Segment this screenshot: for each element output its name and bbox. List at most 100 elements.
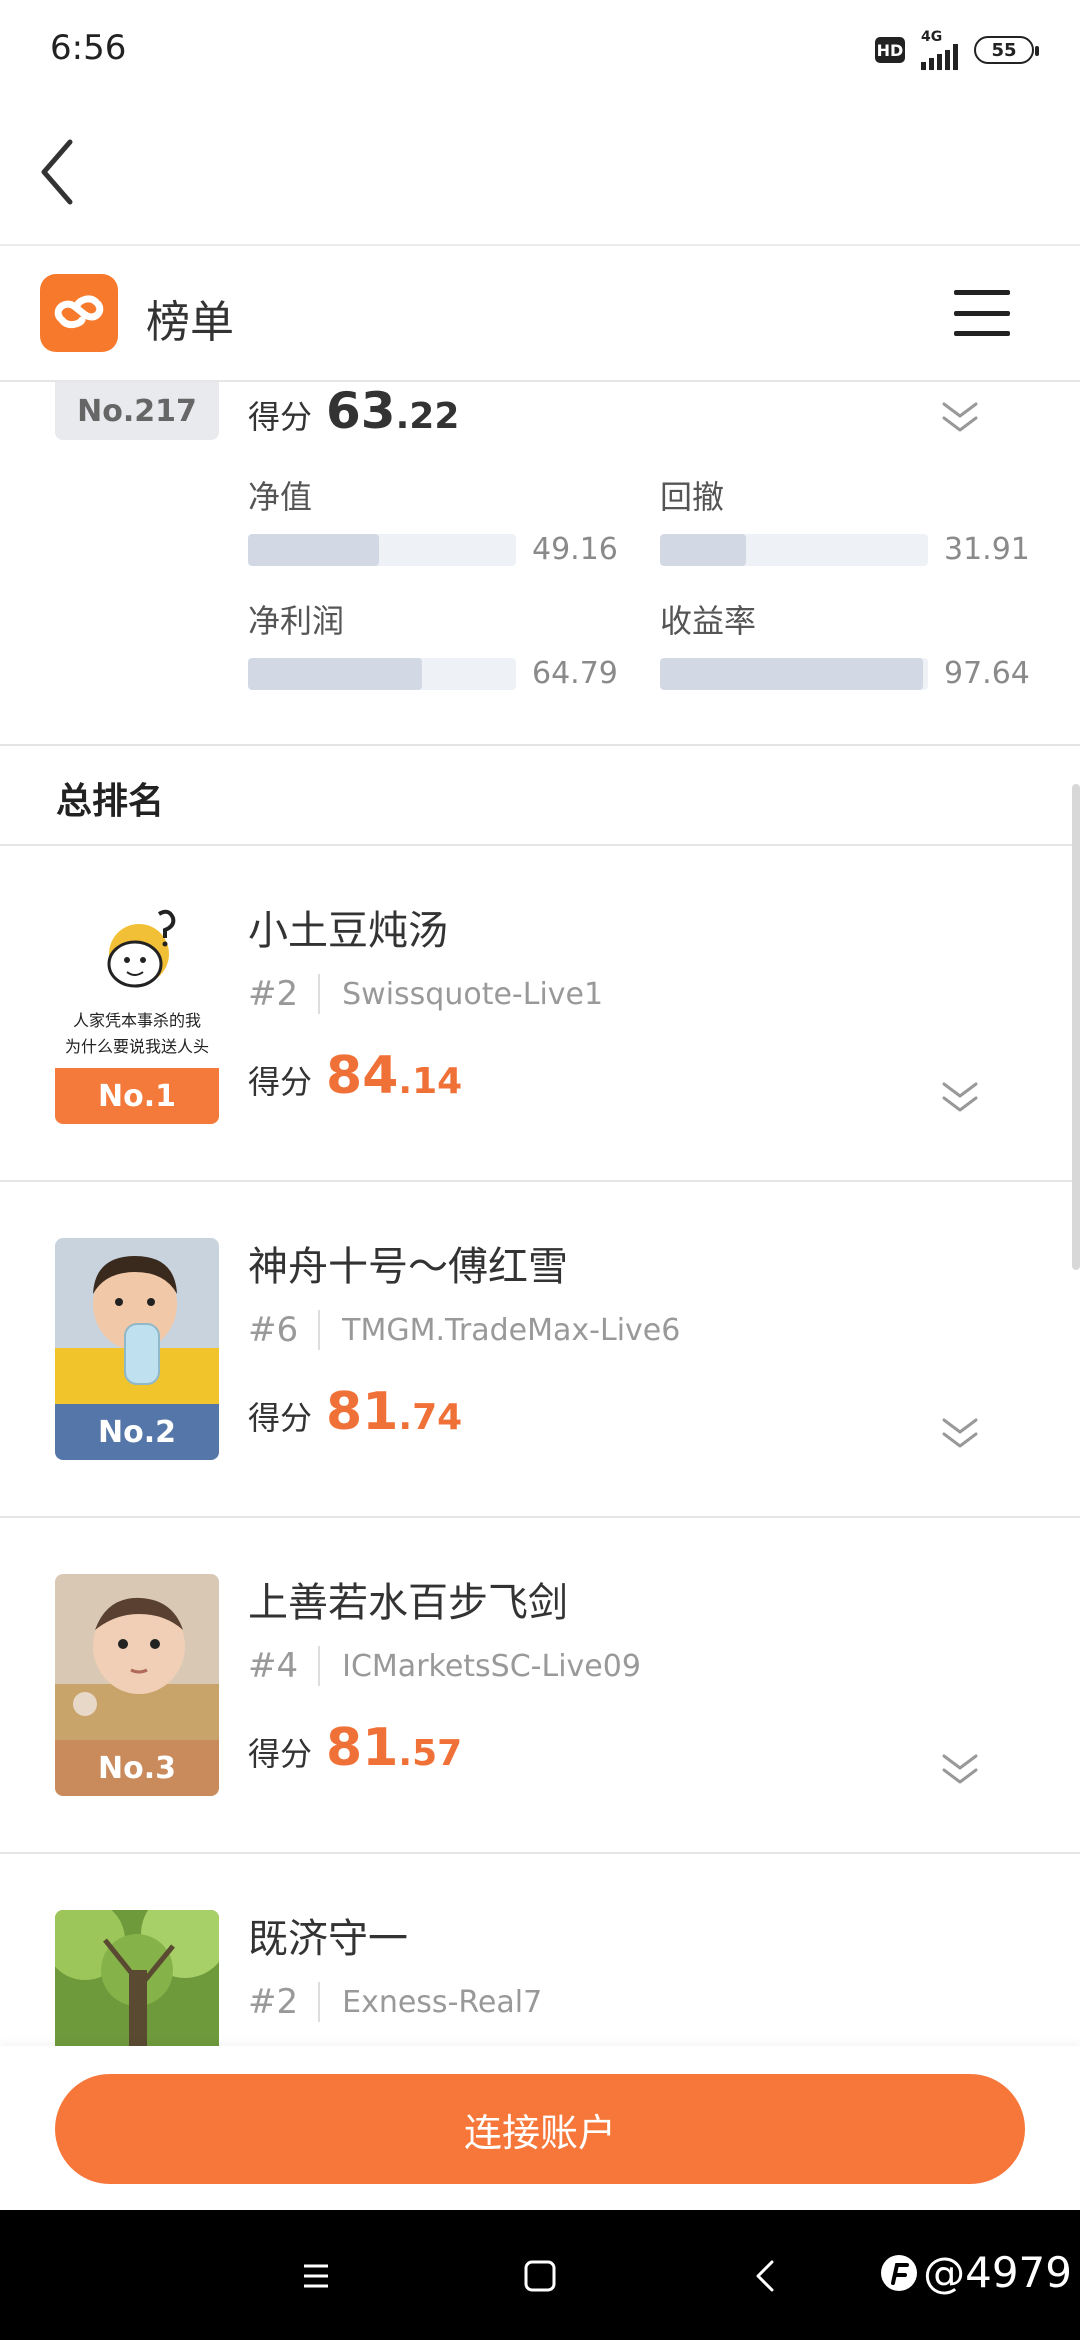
watermark-text: @4979 — [923, 2248, 1072, 2297]
metric-label: 净值 — [248, 478, 313, 516]
avatar-image — [55, 1238, 219, 1404]
avatar[interactable]: No.2 — [55, 1238, 219, 1460]
score-integer: 63 — [326, 382, 396, 440]
app-logo-icon — [40, 274, 118, 352]
server-name: Exness-Real7 — [342, 1984, 543, 2020]
rank-list-item[interactable]: No.3 上善若水百步飞剑 #4 ICMarketsSC-Live09 得分 8… — [0, 1518, 1080, 1854]
avatar[interactable]: No.3 — [55, 1574, 219, 1796]
trader-meta: #6 TMGM.TradeMax-Live6 — [248, 1310, 680, 1350]
metric-return-rate: 收益率 97.64 — [660, 596, 1040, 691]
my-rank-badge: No.217 — [55, 382, 219, 440]
divider — [318, 1646, 321, 1686]
chevron-down-icon[interactable] — [938, 1414, 982, 1454]
status-time: 6:56 — [50, 28, 127, 68]
score-decimal: .57 — [398, 1733, 463, 1774]
trader-name: 既济守一 — [248, 1916, 408, 1962]
avatar-image — [55, 1574, 219, 1740]
connect-account-button[interactable]: 连接账户 — [55, 2074, 1025, 2184]
metric-value: 31.91 — [944, 532, 1030, 567]
metric-label: 净利润 — [248, 602, 345, 640]
menu-line — [954, 331, 1010, 336]
trader-name: 神舟十号～傅红雪 — [248, 1244, 568, 1290]
trader-score: 得分 84 .14 — [248, 1046, 462, 1106]
network-indicator: 4G — [921, 30, 958, 70]
metric-drawdown: 回撤 31.91 — [660, 472, 1040, 567]
score-integer: 84 — [326, 1046, 399, 1106]
signal-icon — [921, 44, 958, 70]
network-type: 4G — [921, 29, 943, 45]
rank-badge: No.3 — [55, 1740, 219, 1796]
trader-meta: #4 ICMarketsSC-Live09 — [248, 1646, 641, 1686]
metric-bar — [660, 657, 928, 690]
metric-value: 97.64 — [944, 656, 1030, 691]
svg-text:为什么要说我送人头: 为什么要说我送人头 — [65, 1037, 209, 1056]
hd-icon: HD — [875, 37, 905, 63]
scrollbar[interactable] — [1072, 784, 1080, 1270]
metric-label: 收益率 — [660, 602, 757, 640]
metric-value: 49.16 — [532, 532, 618, 567]
metric-label: 回撤 — [660, 478, 725, 516]
trader-meta: #2 Exness-Real7 — [248, 1982, 542, 2022]
section-title: 总排名 — [56, 781, 165, 822]
menu-button[interactable] — [954, 290, 1010, 336]
score-decimal: .74 — [398, 1397, 463, 1438]
metric-bar — [248, 533, 516, 566]
svg-text:人家凭本事杀的我: 人家凭本事杀的我 — [73, 1011, 201, 1030]
battery-icon: 55 — [974, 36, 1039, 64]
score-label: 得分 — [248, 1735, 313, 1773]
battery-level: 55 — [991, 39, 1017, 61]
my-rank-card[interactable]: No.217 得分 63 .22 净值 49.16 回撤 31.91 净利润 6… — [0, 382, 1080, 746]
metric-net-profit: 净利润 64.79 — [248, 596, 628, 691]
app-header: 榜单 — [0, 246, 1080, 382]
score-label: 得分 — [248, 1399, 313, 1437]
trader-name: 小土豆炖汤 — [248, 908, 448, 954]
metric-bar — [248, 657, 516, 690]
menu-line — [954, 290, 1010, 295]
server-name: Swissquote-Live1 — [342, 976, 604, 1012]
server-name: TMGM.TradeMax-Live6 — [342, 1312, 681, 1348]
watermark: @4979 — [879, 2248, 1072, 2297]
avatar-image: 人家凭本事杀的我 为什么要说我送人头 — [55, 902, 219, 1068]
status-bar: 6:56 HD 4G 55 — [0, 0, 1080, 96]
metric-net-value: 净值 49.16 — [248, 472, 628, 567]
divider — [318, 974, 321, 1014]
server-name: ICMarketsSC-Live09 — [342, 1648, 641, 1684]
overall-ranking-header: 总排名 — [0, 746, 1080, 846]
rank-list-item[interactable]: No.2 神舟十号～傅红雪 #6 TMGM.TradeMax-Live6 得分 … — [0, 1182, 1080, 1518]
score-label: 得分 — [248, 398, 313, 436]
trader-meta: #2 Swissquote-Live1 — [248, 974, 603, 1014]
rank-badge: No.2 — [55, 1404, 219, 1460]
chevron-down-icon[interactable] — [938, 1750, 982, 1790]
score-label: 得分 — [248, 1063, 313, 1101]
menu-line — [954, 310, 1010, 316]
account-rank: #4 — [248, 1646, 299, 1686]
score-integer: 81 — [326, 1382, 399, 1442]
rank-badge: No.1 — [55, 1068, 219, 1124]
home-icon[interactable] — [512, 2248, 568, 2304]
nav-bar — [0, 96, 1080, 246]
rank-list-item[interactable]: 人家凭本事杀的我 为什么要说我送人头 No.1 小土豆炖汤 #2 Swissqu… — [0, 846, 1080, 1182]
avatar[interactable]: 人家凭本事杀的我 为什么要说我送人头 No.1 — [55, 902, 219, 1124]
trader-score: 得分 81 .74 — [248, 1382, 462, 1442]
account-rank: #2 — [248, 1982, 299, 2022]
system-navigation-bar: @4979 — [0, 2210, 1080, 2340]
watermark-logo-icon — [881, 2254, 918, 2291]
my-score: 得分 63 .22 — [248, 382, 459, 440]
bottom-action-bar: 连接账户 — [0, 2046, 1080, 2210]
recent-apps-icon[interactable] — [288, 2248, 344, 2304]
status-icons: HD 4G 55 — [875, 30, 1039, 70]
account-rank: #2 — [248, 974, 299, 1014]
score-decimal: .14 — [398, 1061, 463, 1102]
trader-name: 上善若水百步飞剑 — [248, 1580, 568, 1626]
page-title: 榜单 — [146, 297, 234, 348]
back-button[interactable] — [30, 132, 110, 212]
chevron-down-icon[interactable] — [938, 398, 982, 438]
chevron-down-icon[interactable] — [938, 1078, 982, 1118]
metric-bar — [660, 533, 928, 566]
score-decimal: .22 — [395, 396, 460, 437]
trader-score: 得分 81 .57 — [248, 1718, 462, 1778]
divider — [318, 1310, 321, 1350]
score-integer: 81 — [326, 1718, 399, 1778]
back-nav-icon[interactable] — [738, 2248, 794, 2304]
back-arrow-icon — [41, 139, 73, 205]
